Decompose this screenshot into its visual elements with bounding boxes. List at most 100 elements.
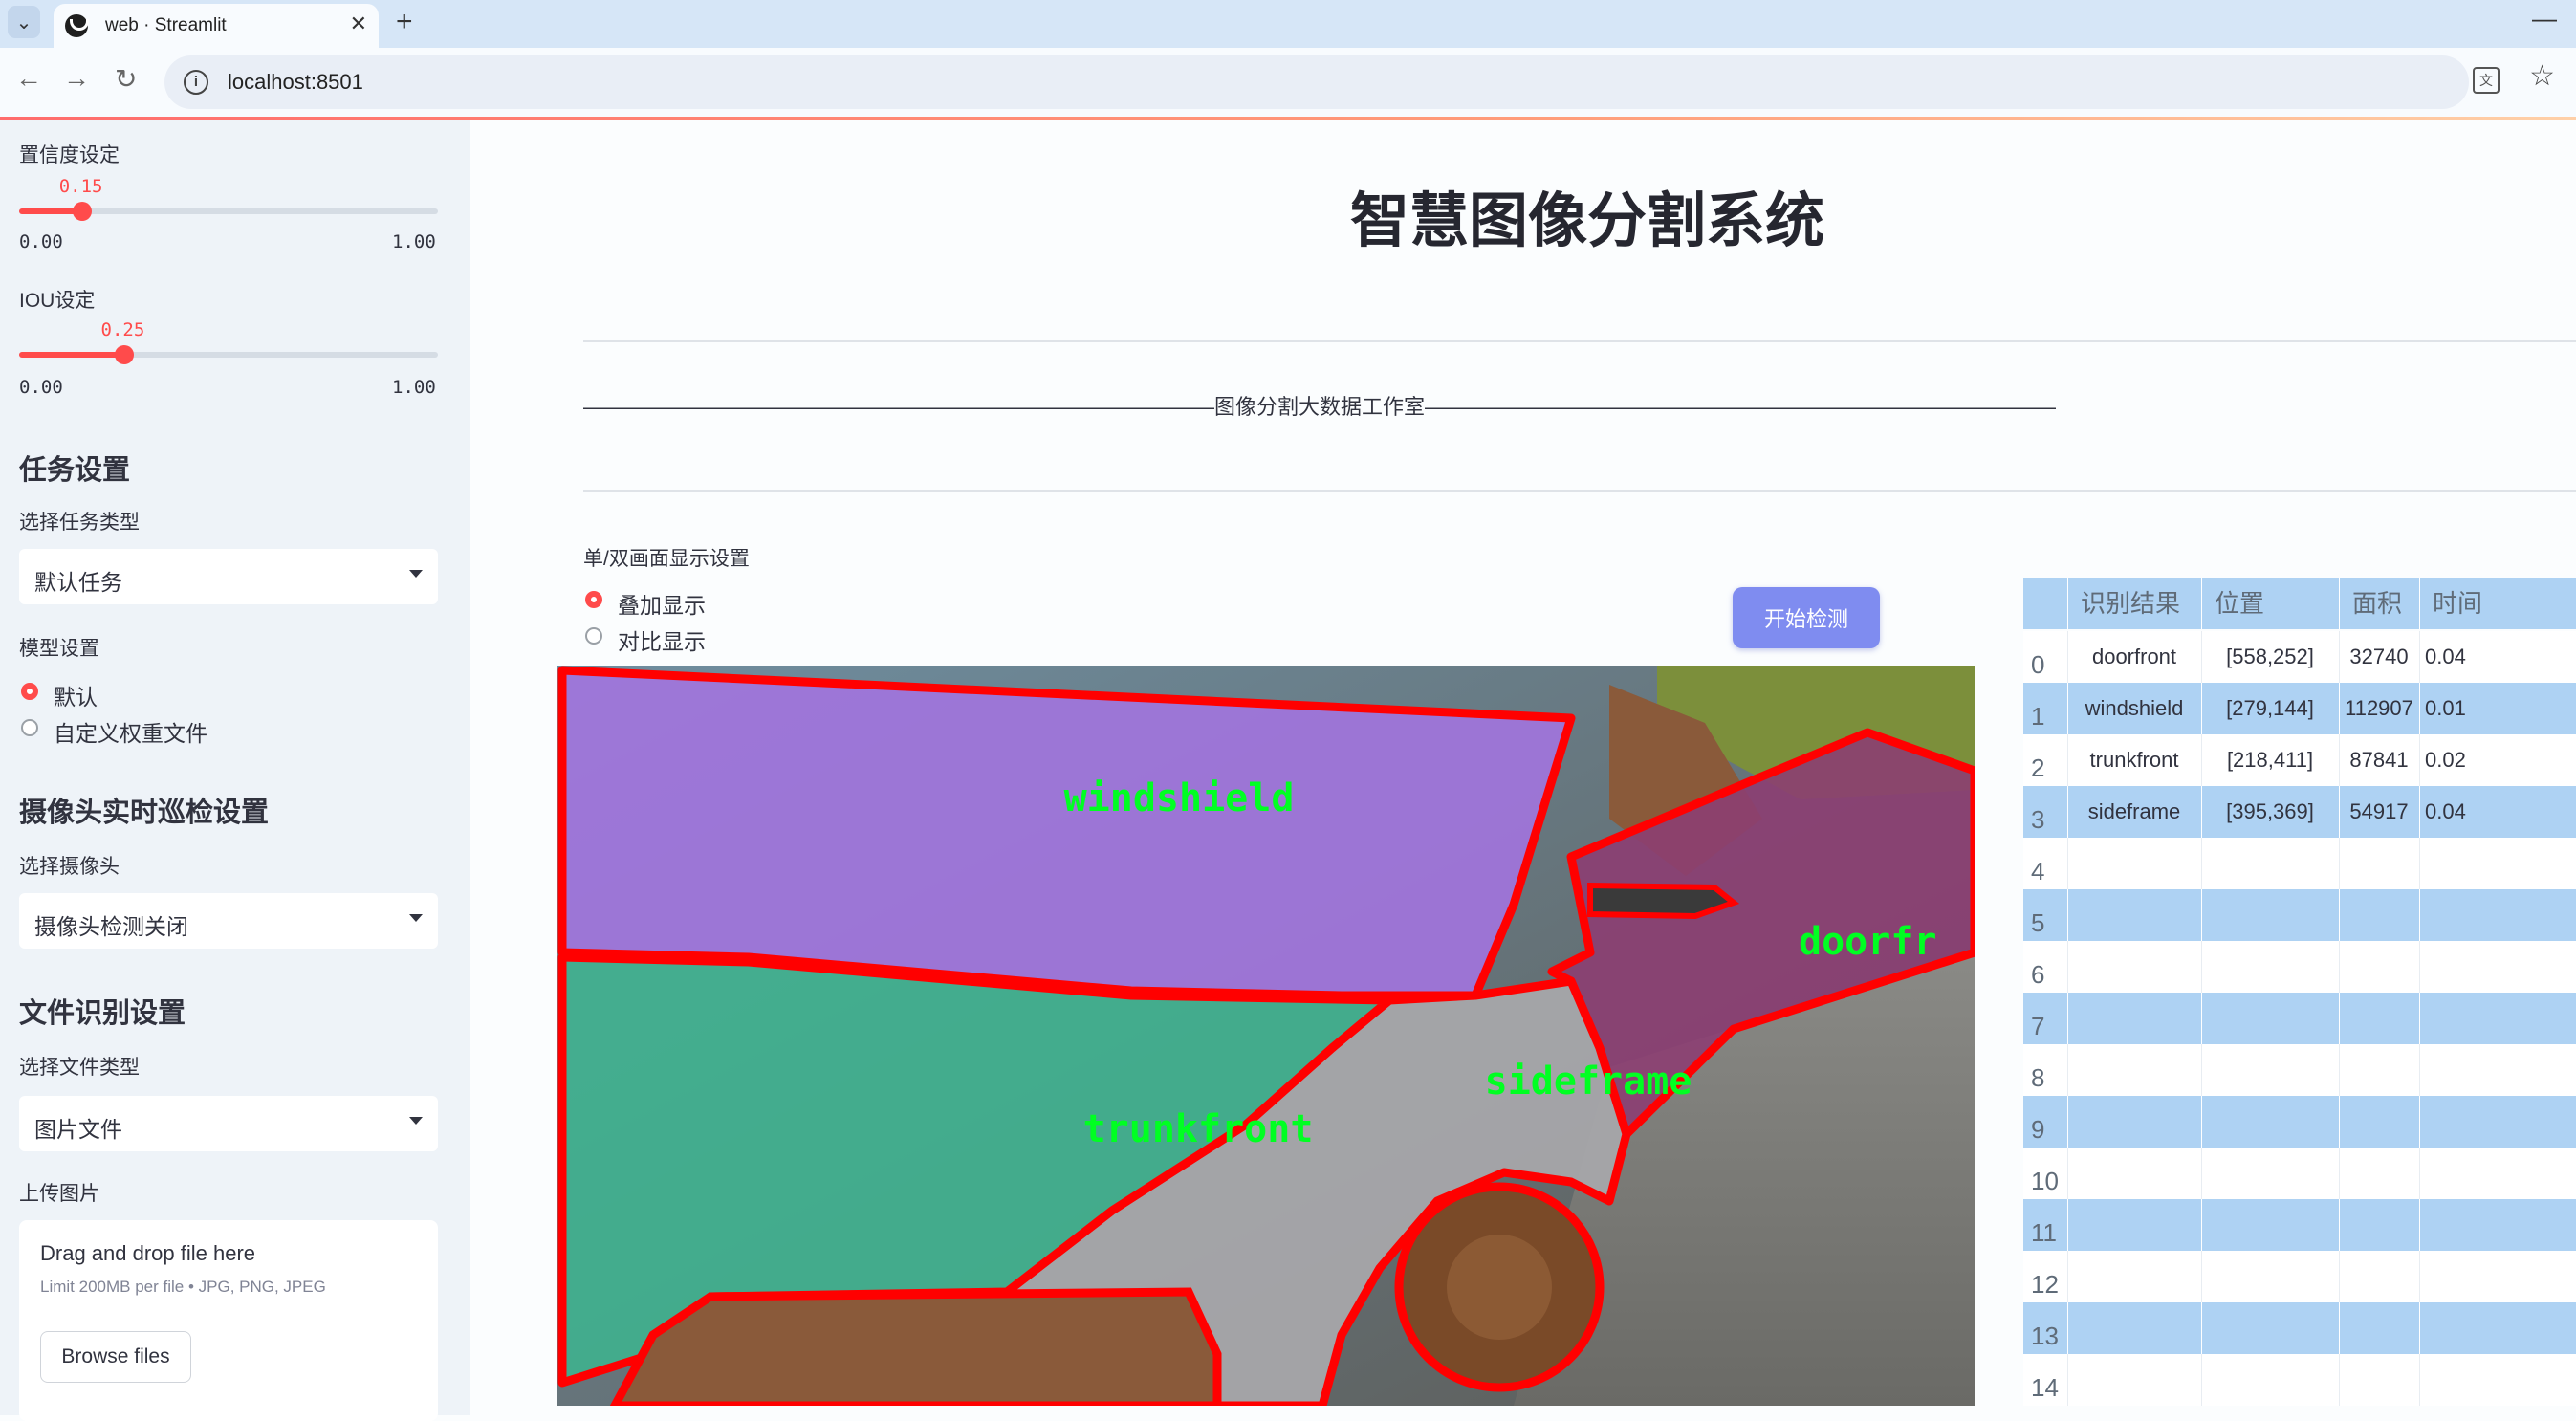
browser-tab[interactable]: web · Streamlit ✕: [54, 4, 379, 48]
row-area: [2339, 1354, 2419, 1406]
column-divider: [2067, 1096, 2068, 1148]
dropzone-limit: Limit 200MB per file • JPG, PNG, JPEG: [40, 1278, 326, 1296]
windshield-mask: [557, 666, 1576, 1000]
chevron-down-icon: [409, 914, 423, 922]
column-divider: [2339, 889, 2340, 941]
table-row[interactable]: 7: [2023, 993, 2576, 1044]
results-table[interactable]: 识别结果 位置 面积 时间 0 doorfront [558,252] 32740 0.04 1 w…: [2023, 578, 2576, 1415]
row-area: [2339, 1302, 2419, 1354]
column-divider: [2201, 683, 2202, 734]
row-position: [2201, 1096, 2339, 1148]
column-divider: [2339, 1044, 2340, 1096]
table-row[interactable]: 8: [2023, 1044, 2576, 1096]
camera-select[interactable]: 摄像头检测关闭: [19, 893, 438, 949]
table-row[interactable]: 6: [2023, 941, 2576, 993]
doorfront-label: doorfr: [1799, 920, 1937, 964]
confidence-slider[interactable]: [19, 202, 438, 221]
row-label: trunkfront: [2089, 748, 2179, 772]
row-position: [2201, 889, 2339, 941]
overlay-display-label[interactable]: 叠加显示: [618, 587, 706, 620]
model-default-label[interactable]: 默认: [54, 679, 98, 711]
table-row[interactable]: 14: [2023, 1354, 2576, 1406]
file-type-label: 选择文件类型: [19, 1057, 140, 1079]
browser-tab-strip: ⌄ web · Streamlit ✕ + —: [0, 0, 2576, 48]
table-header: 识别结果 位置 面积 时间: [2023, 578, 2576, 629]
column-divider: [2201, 1199, 2202, 1251]
reload-icon[interactable]: ↻: [115, 63, 137, 95]
back-icon[interactable]: ←: [15, 63, 42, 94]
table-row[interactable]: 9: [2023, 1096, 2576, 1148]
column-divider: [2419, 578, 2420, 629]
table-header-cell[interactable]: 时间: [2433, 578, 2576, 629]
sidebar: 置信度设定 0.15 0.00 1.00 IOU设定 0.25 0.00 1.0…: [0, 120, 470, 1421]
file-dropzone[interactable]: Drag and drop file here Limit 200MB per …: [19, 1220, 438, 1421]
table-row[interactable]: 1 windshield [279,144] 112907 0.01: [2023, 683, 2576, 734]
dropzone-title: Drag and drop file here: [40, 1241, 256, 1265]
table-row[interactable]: 2 trunkfront [218,411] 87841 0.02: [2023, 734, 2576, 786]
row-position: [2201, 1148, 2339, 1199]
column-divider: [2419, 1302, 2420, 1354]
file-type-value: 图片文件: [34, 1117, 122, 1142]
translate-icon[interactable]: 文: [2473, 67, 2500, 94]
column-divider: [2067, 1354, 2068, 1406]
column-divider: [2339, 1199, 2340, 1251]
overlay-display-radio[interactable]: [585, 591, 602, 608]
tab-close-icon[interactable]: ✕: [350, 11, 367, 36]
column-divider: [2067, 631, 2068, 683]
camera-select-value: 摄像头检测关闭: [34, 914, 188, 939]
table-row[interactable]: 3 sideframe [395,369] 54917 0.04: [2023, 786, 2576, 838]
column-divider: [2419, 889, 2420, 941]
column-divider: [2201, 734, 2202, 786]
column-divider: [2067, 786, 2068, 838]
row-label: [2067, 1354, 2201, 1406]
confidence-min: 0.00: [19, 231, 63, 252]
column-divider: [2339, 1148, 2340, 1199]
row-position: [2201, 1251, 2339, 1302]
file-settings-heading: 文件识别设置: [19, 998, 186, 1029]
start-detection-button[interactable]: 开始检测: [1733, 587, 1880, 648]
browse-files-button[interactable]: Browse files: [40, 1331, 191, 1383]
table-row[interactable]: 5: [2023, 889, 2576, 941]
table-row[interactable]: 12: [2023, 1251, 2576, 1302]
streamlit-favicon-icon: [65, 14, 89, 37]
table-row[interactable]: 10: [2023, 1148, 2576, 1199]
forward-icon[interactable]: →: [63, 63, 90, 94]
column-divider: [2067, 734, 2068, 786]
iou-slider[interactable]: [19, 345, 438, 364]
divider: [583, 490, 2576, 492]
row-area: 112907: [2345, 696, 2413, 720]
table-row[interactable]: 4: [2023, 838, 2576, 889]
column-divider: [2419, 941, 2420, 993]
table-header-cell[interactable]: 位置: [2215, 578, 2339, 629]
bumper-region: [609, 1287, 1222, 1406]
file-type-select[interactable]: 图片文件: [19, 1096, 438, 1151]
table-header-cell[interactable]: 面积: [2352, 578, 2419, 629]
table-header-cell[interactable]: 识别结果: [2081, 578, 2201, 629]
bookmark-star-icon[interactable]: ☆: [2529, 59, 2555, 93]
model-custom-radio[interactable]: [21, 719, 38, 736]
compare-display-label[interactable]: 对比显示: [618, 623, 706, 656]
iou-slider-fill: [19, 352, 124, 358]
table-row[interactable]: 0 doorfront [558,252] 32740 0.04: [2023, 631, 2576, 683]
model-custom-label[interactable]: 自定义权重文件: [54, 715, 207, 748]
model-default-radio[interactable]: [21, 683, 38, 700]
site-info-icon[interactable]: i: [184, 70, 208, 95]
table-row[interactable]: 11: [2023, 1199, 2576, 1251]
table-row[interactable]: 13: [2023, 1302, 2576, 1354]
new-tab-icon[interactable]: +: [396, 6, 413, 38]
column-divider: [2419, 838, 2420, 889]
divider: [583, 340, 2576, 342]
address-bar[interactable]: i localhost:8501: [164, 55, 2469, 109]
row-position: [2201, 1302, 2339, 1354]
column-divider: [2419, 1044, 2420, 1096]
minimize-icon[interactable]: —: [2532, 4, 2557, 33]
iou-slider-thumb[interactable]: [114, 345, 134, 364]
url-text[interactable]: localhost:8501: [228, 70, 363, 95]
row-time: [2425, 1354, 2576, 1406]
row-area: [2339, 941, 2419, 993]
compare-display-radio[interactable]: [585, 627, 602, 645]
tab-search-icon[interactable]: ⌄: [8, 6, 40, 38]
row-label: windshield: [2085, 696, 2184, 720]
confidence-slider-thumb[interactable]: [72, 202, 92, 221]
task-type-select[interactable]: 默认任务: [19, 549, 438, 604]
